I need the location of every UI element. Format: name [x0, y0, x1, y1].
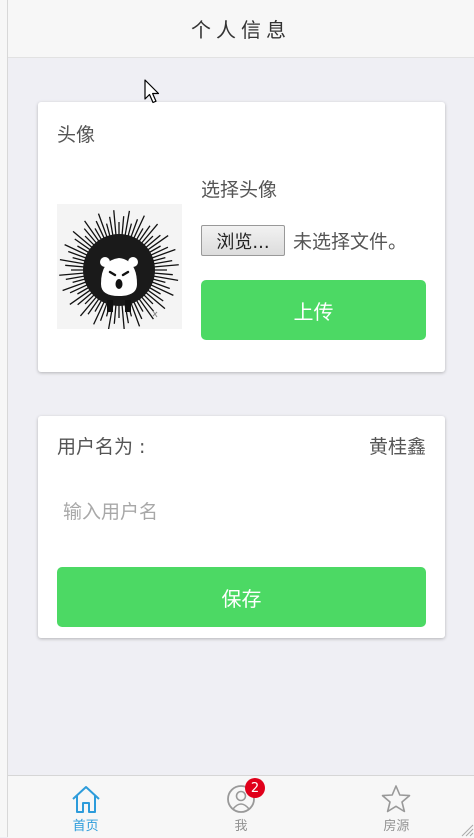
tab-bar: 首页 2 我 房源 [8, 775, 474, 838]
tab-listings[interactable]: 房源 [319, 776, 474, 838]
home-icon [71, 786, 100, 813]
tab-listings-label: 房源 [383, 819, 410, 834]
upload-button[interactable]: 上传 [201, 280, 426, 340]
save-button[interactable]: 保存 [57, 567, 426, 627]
avatar-section-title: 头像 [57, 124, 96, 146]
notification-badge: 2 [244, 778, 265, 798]
avatar-image [57, 204, 182, 330]
mouse-cursor-icon [144, 79, 160, 104]
page-title: 个人信息 [191, 18, 291, 42]
tab-home-label: 首页 [72, 819, 99, 834]
username-input[interactable] [57, 492, 426, 532]
tab-me[interactable]: 2 我 [163, 776, 318, 838]
username-label: 用户名为 : [57, 436, 146, 458]
username-card: 用户名为 : 黄桂鑫 保存 [38, 416, 445, 638]
star-icon [382, 785, 411, 813]
browse-button[interactable]: 浏览... [201, 225, 285, 256]
tab-home[interactable]: 首页 [8, 776, 163, 838]
resize-grip-icon[interactable] [460, 823, 474, 837]
file-status-text: 未选择文件。 [293, 231, 408, 253]
avatar-card: 头像 选择头像 浏览... 未选择文件。 上传 [38, 102, 445, 372]
file-picker: 浏览... 未选择文件。 [201, 225, 407, 256]
app-header: 个人信息 [8, 0, 474, 58]
tab-me-label: 我 [234, 819, 248, 834]
window-left-edge [0, 0, 8, 837]
choose-avatar-label: 选择头像 [201, 179, 278, 201]
username-value: 黄桂鑫 [368, 436, 426, 458]
